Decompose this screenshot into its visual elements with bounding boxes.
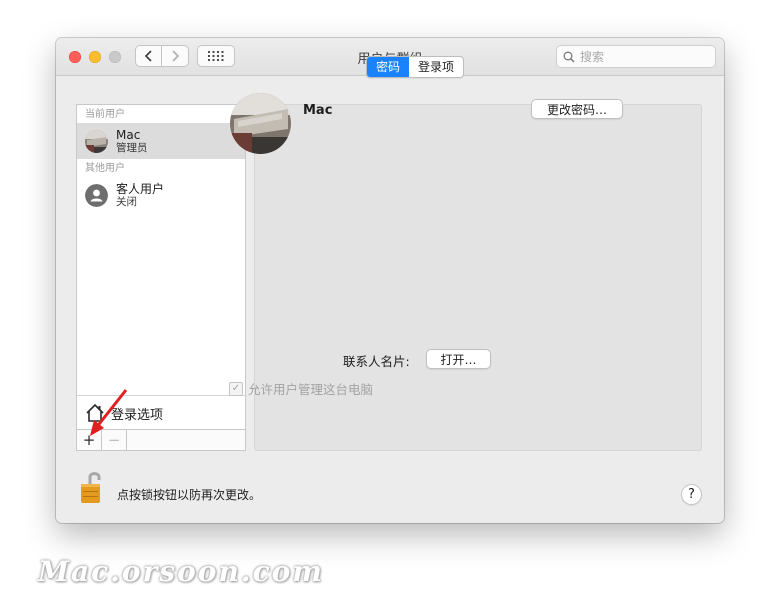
current-users-header: 当前用户 bbox=[85, 109, 125, 120]
user-row-mac[interactable]: Mac 管理员 bbox=[77, 123, 245, 159]
allow-admin-row: ✓ 允许用户管理这台电脑 bbox=[229, 379, 373, 398]
allow-admin-label: 允许用户管理这台电脑 bbox=[248, 382, 374, 397]
tab-password[interactable]: 密码 bbox=[367, 57, 410, 77]
contact-card-label: 联系人名片: bbox=[343, 354, 410, 369]
avatar bbox=[85, 129, 108, 153]
user-row-guest[interactable]: 客人用户 关闭 bbox=[77, 177, 245, 213]
open-contact-button[interactable]: 打开… bbox=[426, 349, 491, 369]
allow-admin-checkbox[interactable]: ✓ bbox=[229, 381, 243, 396]
lock-hint-text: 点按锁按钮以防再次更改。 bbox=[117, 488, 262, 502]
user-display-name: Mac bbox=[303, 103, 333, 118]
search-icon bbox=[563, 51, 575, 63]
help-button[interactable]: ? bbox=[681, 484, 702, 505]
user-name: 客人用户 bbox=[116, 181, 165, 196]
user-avatar-large[interactable] bbox=[230, 93, 291, 154]
user-detail-panel bbox=[254, 104, 702, 451]
other-users-header: 其他用户 bbox=[85, 163, 125, 174]
lock-icon[interactable] bbox=[77, 469, 109, 505]
user-name: Mac bbox=[116, 127, 141, 142]
search-placeholder: 搜索 bbox=[580, 50, 605, 64]
change-password-button[interactable]: 更改密码… bbox=[531, 99, 623, 119]
tab-login-items[interactable]: 登录项 bbox=[409, 57, 463, 77]
users-groups-window: 用户与群组 搜索 当前用户 Mac 管理员 bbox=[56, 38, 724, 523]
search-field[interactable]: 搜索 bbox=[556, 45, 716, 68]
tab-bar: 密码 登录项 bbox=[366, 56, 465, 78]
watermark: Mac.orsoon.com bbox=[38, 555, 324, 588]
user-status: 关闭 bbox=[116, 195, 137, 208]
user-role: 管理员 bbox=[116, 141, 148, 154]
guest-avatar-icon bbox=[85, 183, 108, 207]
red-arrow-annotation bbox=[90, 389, 128, 436]
